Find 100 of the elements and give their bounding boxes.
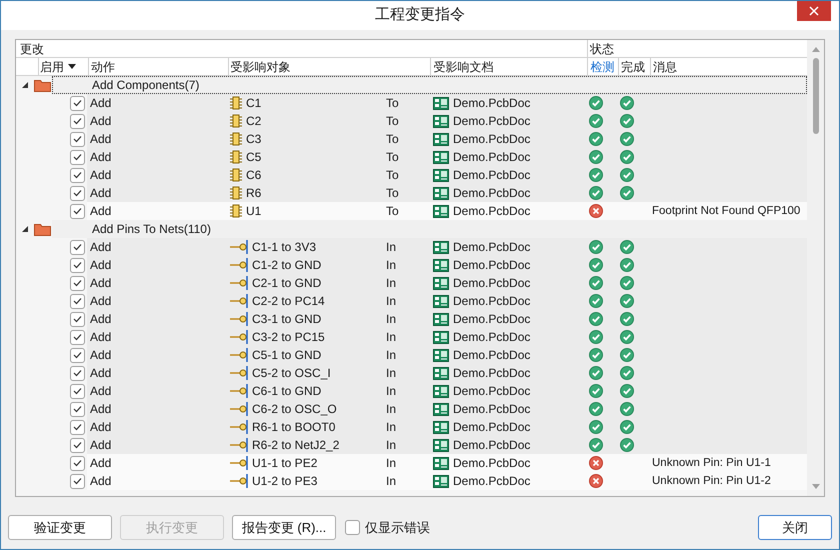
checkbox-label: 仅显示错误: [365, 518, 430, 537]
enable-checkbox[interactable]: [70, 402, 85, 416]
enable-checkbox[interactable]: [70, 438, 85, 452]
close-icon: [809, 6, 819, 16]
enable-checkbox[interactable]: [70, 96, 85, 110]
direction-text: In: [386, 366, 396, 380]
action-text: Add: [90, 276, 112, 290]
object-text: C3: [246, 131, 262, 148]
object-text: C1-1 to 3V3: [252, 239, 316, 256]
action-text: Add: [90, 330, 112, 344]
pcb-document-icon: [433, 366, 449, 380]
pcb-document-icon: [433, 384, 449, 398]
pcb-document-icon: [433, 312, 449, 326]
enable-checkbox[interactable]: [70, 384, 85, 398]
object-text: U1: [246, 203, 262, 220]
object-text: C3-2 to PC15: [252, 329, 325, 346]
window-title: 工程变更指令: [375, 5, 465, 26]
document-text: Demo.PcbDoc: [453, 95, 530, 112]
action-text: Add: [90, 420, 112, 434]
checkmark-icon: [73, 405, 82, 413]
action-text: Add: [90, 258, 112, 272]
direction-text: To: [386, 168, 399, 182]
checkmark-icon: [73, 441, 82, 449]
action-button[interactable]: 报告变更 (R)...: [232, 515, 336, 540]
object-text: R6: [246, 185, 262, 202]
checkmark-icon: [73, 153, 82, 161]
checkmark-icon: [73, 261, 82, 269]
direction-text: To: [386, 150, 399, 164]
direction-text: In: [386, 474, 396, 488]
document-text: Demo.PcbDoc: [453, 401, 530, 418]
group-row[interactable]: Add Components(7): [52, 76, 807, 94]
scrollbar[interactable]: [807, 40, 824, 496]
action-text: Add: [90, 312, 112, 326]
checkmark-icon: [73, 189, 82, 197]
action-text: Add: [90, 240, 112, 254]
checkmark-icon: [73, 423, 82, 431]
column-header[interactable]: 动作: [88, 58, 228, 75]
enable-checkbox[interactable]: [70, 150, 85, 164]
document-text: Demo.PcbDoc: [453, 167, 530, 184]
column-header[interactable]: 检测: [587, 58, 618, 75]
enable-checkbox[interactable]: [70, 294, 85, 308]
action-text: Add: [90, 186, 112, 200]
object-text: C2-1 to GND: [252, 275, 322, 292]
group-row[interactable]: Add Pins To Nets(110): [52, 220, 807, 238]
pcb-document-icon: [433, 294, 449, 308]
enable-checkbox[interactable]: [70, 186, 85, 200]
object-text: C6-2 to OSC_O: [252, 401, 337, 418]
action-text: Add: [90, 438, 112, 452]
action-text: Add: [90, 204, 112, 218]
object-text: C2-2 to PC14: [252, 293, 325, 310]
direction-text: In: [386, 438, 396, 452]
document-text: Demo.PcbDoc: [453, 185, 530, 202]
scrollbar-thumb[interactable]: [812, 58, 818, 134]
pcb-document-icon: [433, 420, 449, 434]
column-header[interactable]: 启用: [38, 58, 88, 75]
pcb-document-icon: [433, 438, 449, 452]
enable-checkbox[interactable]: [70, 168, 85, 182]
only-errors-checkbox[interactable]: [345, 520, 360, 535]
enable-checkbox[interactable]: [70, 474, 85, 488]
enable-checkbox[interactable]: [70, 204, 85, 218]
checkmark-icon: [73, 135, 82, 143]
object-text: C5-1 to GND: [252, 347, 322, 364]
pcb-document-icon: [433, 204, 449, 218]
document-text: Demo.PcbDoc: [453, 383, 530, 400]
column-header[interactable]: 受影响文档: [430, 58, 588, 75]
action-text: Add: [90, 114, 112, 128]
object-text: C6: [246, 167, 262, 184]
column-header[interactable]: 完成: [618, 58, 650, 75]
document-text: Demo.PcbDoc: [453, 257, 530, 274]
checkmark-icon: [73, 369, 82, 377]
column-header[interactable]: 受影响对象: [228, 58, 430, 75]
enable-checkbox[interactable]: [70, 456, 85, 470]
expand-icon[interactable]: [21, 81, 29, 89]
close-button[interactable]: [797, 1, 831, 21]
checkmark-icon: [73, 459, 82, 467]
object-text: C1-2 to GND: [252, 257, 322, 274]
enable-checkbox[interactable]: [70, 276, 85, 290]
action-text: Add: [90, 132, 112, 146]
action-button[interactable]: 验证变更: [8, 515, 112, 540]
action-text: Add: [90, 384, 112, 398]
enable-checkbox[interactable]: [70, 114, 85, 128]
direction-text: To: [386, 186, 399, 200]
enable-checkbox[interactable]: [70, 312, 85, 326]
enable-checkbox[interactable]: [70, 420, 85, 434]
checkmark-icon: [73, 99, 82, 107]
enable-checkbox[interactable]: [70, 348, 85, 362]
enable-checkbox[interactable]: [70, 240, 85, 254]
object-text: R6-1 to BOOT0: [252, 419, 336, 436]
close-dialog-button[interactable]: 关闭: [758, 515, 832, 540]
direction-text: In: [386, 276, 396, 290]
enable-checkbox[interactable]: [70, 132, 85, 146]
enable-checkbox[interactable]: [70, 258, 85, 272]
document-text: Demo.PcbDoc: [453, 275, 530, 292]
document-text: Demo.PcbDoc: [453, 311, 530, 328]
enable-checkbox[interactable]: [70, 330, 85, 344]
object-text: C1: [246, 95, 262, 112]
expand-icon[interactable]: [21, 225, 29, 233]
checkmark-icon: [73, 477, 82, 485]
pcb-document-icon: [433, 96, 449, 110]
enable-checkbox[interactable]: [70, 366, 85, 380]
